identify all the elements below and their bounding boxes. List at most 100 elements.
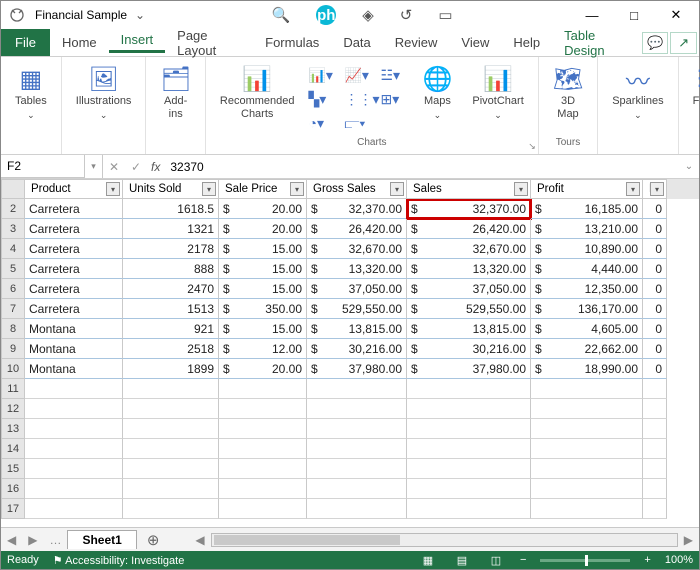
cell[interactable]	[643, 499, 667, 519]
pie-chart-icon[interactable]: ◔▾	[309, 113, 335, 133]
cell[interactable]	[25, 399, 123, 419]
cell[interactable]	[643, 479, 667, 499]
cell[interactable]	[123, 439, 219, 459]
tab-page-layout[interactable]: Page Layout	[165, 28, 253, 58]
cell[interactable]: Carretera	[25, 299, 123, 319]
sheet-tab[interactable]: Sheet1	[67, 530, 136, 549]
cell[interactable]	[531, 379, 643, 399]
cell[interactable]	[307, 379, 407, 399]
cell[interactable]	[407, 399, 531, 419]
cell[interactable]: 2178	[123, 239, 219, 259]
cell[interactable]	[307, 499, 407, 519]
cell[interactable]	[25, 379, 123, 399]
cell[interactable]: $22,662.00	[531, 339, 643, 359]
cell[interactable]: $13,210.00	[531, 219, 643, 239]
row-header[interactable]: 3	[1, 219, 25, 239]
filter-dropdown-icon[interactable]: ▾	[290, 182, 304, 196]
formula-input[interactable]	[164, 155, 679, 178]
tables-button[interactable]: ▦ Tables ⌄	[9, 61, 53, 121]
tab-formulas[interactable]: Formulas	[253, 35, 331, 50]
scatter-chart-icon[interactable]: ⋮⋮▾	[345, 89, 371, 109]
cell[interactable]: $15.00	[219, 279, 307, 299]
cell[interactable]: $15.00	[219, 239, 307, 259]
column-header[interactable]: Gross Sales▾	[307, 179, 407, 199]
pivotchart-button[interactable]: 📊 PivotChart ⌄	[466, 61, 529, 121]
maximize-icon[interactable]: □	[617, 8, 651, 23]
cell[interactable]: 888	[123, 259, 219, 279]
filter-dropdown-icon[interactable]: ▾	[514, 182, 528, 196]
tab-table-design[interactable]: Table Design	[552, 28, 642, 58]
cell[interactable]: $32,370.00	[407, 199, 531, 219]
cell[interactable]: $30,216.00	[407, 339, 531, 359]
cell[interactable]: $20.00	[219, 219, 307, 239]
row-header[interactable]: 15	[1, 459, 25, 479]
enter-icon[interactable]: ✓	[125, 155, 147, 178]
cell[interactable]	[531, 479, 643, 499]
chevron-down-icon[interactable]: ⌄	[131, 8, 149, 22]
cell[interactable]: Montana	[25, 319, 123, 339]
cell[interactable]: $13,320.00	[307, 259, 407, 279]
bar-horizontal-icon[interactable]: ☳▾	[381, 65, 407, 85]
row-header[interactable]: 9	[1, 339, 25, 359]
cell[interactable]	[219, 379, 307, 399]
cell[interactable]: $15.00	[219, 319, 307, 339]
cell[interactable]	[407, 499, 531, 519]
cell[interactable]	[307, 399, 407, 419]
column-header[interactable]: Profit▾	[531, 179, 643, 199]
filter-dropdown-icon[interactable]: ▾	[650, 182, 664, 196]
column-chart-icon[interactable]: 📊▾	[309, 65, 335, 85]
tab-file[interactable]: File	[1, 29, 50, 56]
cell[interactable]	[25, 499, 123, 519]
cell[interactable]: $26,420.00	[407, 219, 531, 239]
filter-dropdown-icon[interactable]: ▾	[202, 182, 216, 196]
recommended-charts-button[interactable]: 📊 Recommended Charts	[214, 61, 301, 121]
cell[interactable]	[307, 439, 407, 459]
cell[interactable]	[123, 399, 219, 419]
cell[interactable]	[25, 479, 123, 499]
cell[interactable]	[219, 419, 307, 439]
cell[interactable]: $37,050.00	[407, 279, 531, 299]
cell[interactable]	[219, 499, 307, 519]
cell[interactable]	[531, 459, 643, 479]
share-button[interactable]: ↗	[670, 32, 697, 54]
dialog-launcher-icon[interactable]: ↘	[528, 141, 536, 152]
cell[interactable]	[407, 479, 531, 499]
cell[interactable]: $350.00	[219, 299, 307, 319]
tab-data[interactable]: Data	[331, 35, 382, 50]
cell[interactable]: 0	[643, 259, 667, 279]
cell[interactable]	[407, 419, 531, 439]
maps-button[interactable]: 🌐 Maps ⌄	[417, 61, 459, 121]
tab-review[interactable]: Review	[383, 35, 450, 50]
sparklines-button[interactable]: 〰 Sparklines ⌄	[606, 61, 669, 121]
filter-dropdown-icon[interactable]: ▾	[106, 182, 120, 196]
cell[interactable]: $32,670.00	[307, 239, 407, 259]
cell[interactable]: 1899	[123, 359, 219, 379]
cell[interactable]: $20.00	[219, 359, 307, 379]
cell[interactable]: Carretera	[25, 259, 123, 279]
cell[interactable]	[643, 419, 667, 439]
cell[interactable]: Carretera	[25, 199, 123, 219]
cell[interactable]: 0	[643, 199, 667, 219]
cell[interactable]: $15.00	[219, 259, 307, 279]
row-header[interactable]: 10	[1, 359, 25, 379]
normal-view-icon[interactable]: ▦	[418, 554, 438, 567]
tab-insert[interactable]: Insert	[109, 32, 166, 53]
cell[interactable]	[531, 419, 643, 439]
row-header[interactable]: 2	[1, 199, 25, 219]
expand-formula-bar-icon[interactable]: ⌄	[679, 155, 699, 178]
cell[interactable]	[123, 379, 219, 399]
cell[interactable]: Carretera	[25, 279, 123, 299]
comments-button[interactable]: 💬	[642, 32, 669, 54]
cell[interactable]	[307, 459, 407, 479]
cell[interactable]: $529,550.00	[407, 299, 531, 319]
cell[interactable]: $4,605.00	[531, 319, 643, 339]
zoom-level[interactable]: 100%	[665, 554, 693, 566]
cell[interactable]: 1618.5	[123, 199, 219, 219]
cell[interactable]: $26,420.00	[307, 219, 407, 239]
cell[interactable]: $18,990.00	[531, 359, 643, 379]
column-header[interactable]: Sales▾	[407, 179, 531, 199]
illustrations-button[interactable]: 🖼 Illustrations ⌄	[70, 61, 138, 121]
cell[interactable]: $13,320.00	[407, 259, 531, 279]
sheet-nav-next[interactable]: ▶	[22, 533, 43, 547]
cell[interactable]	[25, 459, 123, 479]
